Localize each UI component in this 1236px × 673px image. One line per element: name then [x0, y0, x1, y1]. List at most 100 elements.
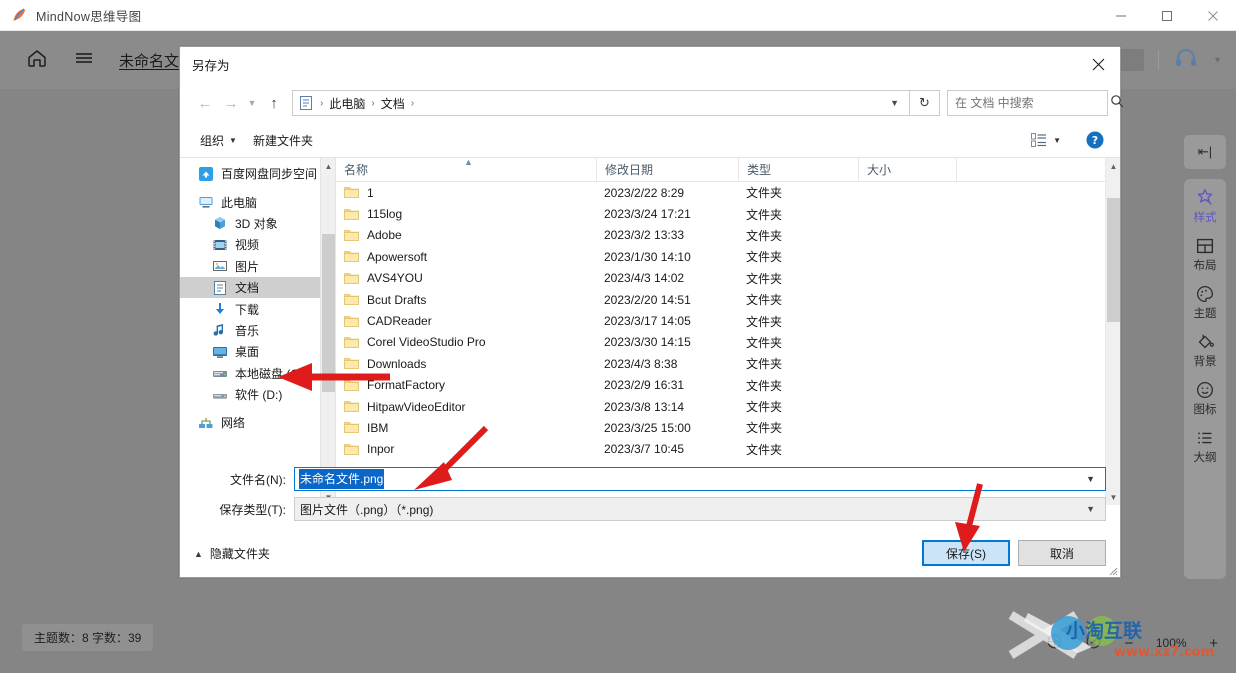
home-icon[interactable]	[26, 47, 48, 74]
file-list-row[interactable]: Corel VideoStudio Pro 2023/3/30 14:15 文件夹	[336, 332, 1105, 353]
folder-icon	[344, 187, 359, 199]
search-box[interactable]	[947, 90, 1124, 116]
chevron-down-icon[interactable]: ▼	[1078, 504, 1103, 514]
nav-item-local-disk-c[interactable]: 本地磁盘 (C:)	[180, 363, 335, 384]
breadcrumb[interactable]: › 此电脑 › 文档 › ▼	[292, 90, 910, 116]
nav-item-label: 图片	[235, 259, 260, 274]
nav-item-label: 文档	[235, 281, 260, 296]
scrollbar-thumb[interactable]	[1107, 198, 1120, 322]
nav-item-videos[interactable]: 视频	[180, 234, 335, 255]
documents-folder-icon	[214, 280, 226, 295]
file-date-cell: 2023/3/2 13:33	[604, 228, 685, 243]
chevron-down-icon[interactable]: ▼	[244, 98, 260, 108]
nav-item-pictures[interactable]: 图片	[180, 256, 335, 277]
file-list-row[interactable]: Downloads 2023/4/3 8:38 文件夹	[336, 353, 1105, 374]
file-name-cell: FormatFactory	[336, 378, 596, 392]
chevron-up-icon[interactable]: ▲	[321, 158, 335, 174]
arrow-right-icon[interactable]: →	[218, 90, 244, 116]
nav-item-software-d[interactable]: 软件 (D:)	[180, 384, 335, 405]
file-list-row[interactable]: CADReader 2023/3/17 14:05 文件夹	[336, 310, 1105, 331]
close-icon[interactable]	[1076, 47, 1120, 81]
compass-icon[interactable]	[1085, 633, 1102, 653]
file-list-row[interactable]: IBM 2023/3/25 15:00 文件夹	[336, 417, 1105, 438]
view-mode-button[interactable]: ▼	[1026, 130, 1066, 150]
resize-grip-icon[interactable]	[1106, 564, 1118, 576]
breadcrumb-crumb-documents[interactable]: 文档	[381, 95, 405, 112]
collapse-panel-icon[interactable]: ⇤|	[1184, 135, 1226, 169]
rail-item-icons[interactable]: 图标	[1185, 379, 1225, 417]
file-list-row[interactable]: Adobe 2023/3/2 13:33 文件夹	[336, 225, 1105, 246]
breadcrumb-separator: ›	[410, 97, 415, 109]
chevron-down-icon[interactable]: ▼	[1213, 55, 1222, 65]
dialog-buttons: 保存(S) 取消	[922, 540, 1106, 566]
chevron-down-icon[interactable]: ▼	[1078, 474, 1103, 484]
nav-item-3d-objects[interactable]: 3D 对象	[180, 213, 335, 234]
cancel-button[interactable]: 取消	[1018, 540, 1106, 566]
globe-icon[interactable]	[1046, 633, 1063, 653]
file-name-cell: Downloads	[336, 357, 596, 371]
right-tool-rail: 样式 布局 主题 背景 图标 大纲	[1184, 179, 1226, 579]
chevron-up-icon[interactable]: ▲	[1106, 158, 1120, 174]
help-question-icon[interactable]: ?	[1086, 131, 1104, 149]
file-list-scrollbar[interactable]: ▲ ▼	[1105, 158, 1120, 505]
file-list-pane: 名称 ▲ 修改日期 类型 大小 1 2023/2/22 8:29 文件夹 115log…	[336, 158, 1120, 505]
rail-item-theme[interactable]: 主题	[1185, 283, 1225, 321]
zoom-level-label[interactable]: 100%	[1155, 636, 1187, 650]
column-header-date[interactable]: 修改日期	[596, 158, 738, 181]
rail-item-layout[interactable]: 布局	[1185, 235, 1225, 273]
file-list-row[interactable]: Bcut Drafts 2023/2/20 14:51 文件夹	[336, 289, 1105, 310]
file-date-cell: 2023/4/3 8:38	[604, 356, 678, 371]
file-date-cell: 2023/3/8 13:14	[604, 399, 685, 414]
save-button[interactable]: 保存(S)	[922, 540, 1010, 566]
arrow-left-icon[interactable]: ←	[192, 90, 218, 116]
filename-input[interactable]: 未命名文件.png ▼	[294, 467, 1106, 491]
headset-icon[interactable]	[1173, 45, 1199, 76]
nav-pane-scrollbar[interactable]: ▲ ▼	[320, 158, 335, 505]
file-list-row[interactable]: Apowersoft 2023/1/30 14:10 文件夹	[336, 246, 1105, 267]
minimize-icon[interactable]	[1098, 0, 1144, 31]
maximize-icon[interactable]	[1144, 0, 1190, 31]
scrollbar-thumb[interactable]	[322, 234, 335, 392]
chevron-down-icon[interactable]: ▼	[882, 98, 907, 108]
search-input[interactable]	[955, 96, 1110, 110]
file-list-row[interactable]: 115log 2023/3/24 17:21 文件夹	[336, 203, 1105, 224]
file-list-row[interactable]: Inpor 2023/3/7 10:45 文件夹	[336, 439, 1105, 460]
rail-item-background[interactable]: 背景	[1185, 331, 1225, 369]
zoom-in-button[interactable]: +	[1209, 635, 1218, 652]
search-icon[interactable]	[1110, 94, 1124, 113]
file-date-cell: 2023/3/30 14:15	[604, 335, 691, 350]
nav-item-documents[interactable]: 文档	[180, 276, 335, 299]
file-list-row[interactable]: HitpawVideoEditor 2023/3/8 13:14 文件夹	[336, 396, 1105, 417]
breadcrumb-crumb-pc[interactable]: 此电脑	[329, 95, 365, 112]
music-folder-icon	[213, 324, 224, 337]
file-list-row[interactable]: AVS4YOU 2023/4/3 14:02 文件夹	[336, 268, 1105, 289]
savetype-dropdown[interactable]: 图片文件（.png）（*.png) ▼	[294, 497, 1106, 521]
hide-folders-toggle[interactable]: ▲ 隐藏文件夹	[194, 545, 270, 562]
hamburger-menu-icon[interactable]	[73, 47, 95, 74]
rail-item-style[interactable]: 样式	[1185, 187, 1225, 225]
organize-button[interactable]: 组织 ▼	[192, 129, 245, 152]
nav-item-music[interactable]: 音乐	[180, 320, 335, 341]
nav-item-network[interactable]: 网络	[180, 412, 335, 433]
save-as-dialog: 另存为 ← → ▼ ↑ › 此电脑 › 文档 › ▼ ↻ 在 文档 中搜索 组织…	[179, 46, 1124, 578]
zoom-out-button[interactable]: −	[1124, 635, 1133, 652]
column-header-type[interactable]: 类型	[738, 158, 858, 181]
column-label: 名称	[344, 163, 369, 177]
column-header-size[interactable]: 大小	[858, 158, 956, 181]
nav-item-desktop[interactable]: 桌面	[180, 341, 335, 362]
new-folder-button[interactable]: 新建文件夹	[245, 129, 321, 152]
column-header-name[interactable]: 名称 ▲	[336, 158, 596, 181]
refresh-icon[interactable]: ↻	[910, 90, 940, 116]
file-list-row[interactable]: 1 2023/2/22 8:29 文件夹	[336, 182, 1105, 203]
nav-item-this-pc[interactable]: 此电脑	[180, 191, 335, 212]
baidu-netdisk-icon	[199, 166, 213, 181]
dialog-footer: ▲ 隐藏文件夹 保存(S) 取消	[180, 533, 1120, 577]
nav-item-baidu-netdisk[interactable]: 百度网盘同步空间	[180, 163, 335, 184]
rail-item-outline[interactable]: 大纲	[1185, 427, 1225, 465]
dialog-main-area: 百度网盘同步空间 此电脑 3D 对象 视频 图片 文档 下载 音乐 桌面 本地磁…	[180, 157, 1120, 505]
desktop-folder-icon	[213, 346, 227, 358]
nav-item-downloads[interactable]: 下载	[180, 298, 335, 319]
close-icon[interactable]	[1190, 0, 1236, 31]
arrow-up-icon[interactable]: ↑	[260, 90, 288, 116]
file-list-row[interactable]: FormatFactory 2023/2/9 16:31 文件夹	[336, 375, 1105, 396]
